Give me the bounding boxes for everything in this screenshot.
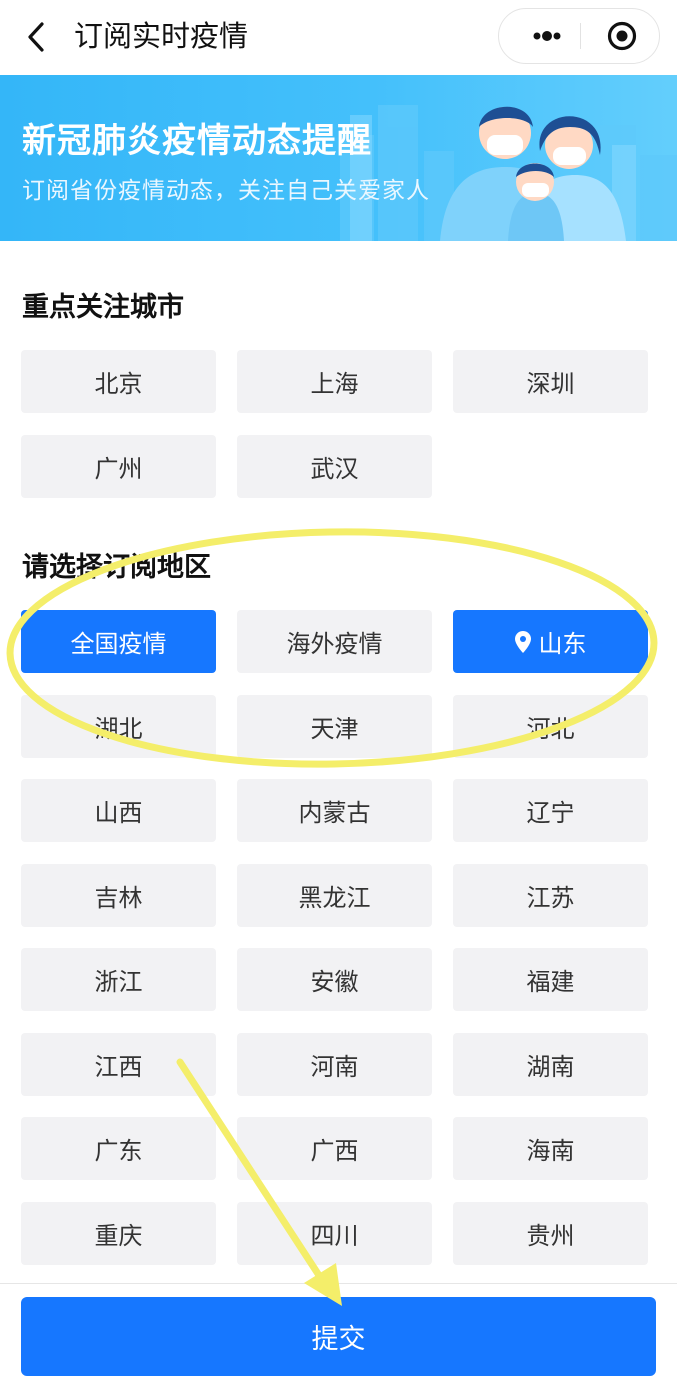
capsule-divider [580,23,581,49]
focus-city-button[interactable]: 深圳 [453,350,648,413]
region-select-title: 请选择订阅地区 [22,552,211,583]
region-button[interactable]: 江苏 [453,864,648,927]
region-button[interactable]: 吉林 [21,864,216,927]
back-arrow-icon[interactable] [22,20,52,54]
region-button[interactable]: 河北 [453,695,648,758]
region-button[interactable]: 内蒙古 [237,779,432,842]
focus-city-button[interactable]: 北京 [21,350,216,413]
region-button[interactable]: 海南 [453,1117,648,1180]
region-button[interactable]: 浙江 [21,948,216,1011]
region-button[interactable]: 山西 [21,779,216,842]
focus-city-button[interactable]: 广州 [21,435,216,498]
focus-cities-title: 重点关注城市 [22,292,184,323]
banner-title: 新冠肺炎疫情动态提醒 [22,121,372,161]
region-button[interactable]: 重庆 [21,1202,216,1265]
page-title: 订阅实时疫情 [74,19,249,53]
submit-button[interactable]: 提交 [21,1297,656,1376]
region-button-overseas[interactable]: 海外疫情 [237,610,432,673]
region-button[interactable]: 江西 [21,1033,216,1096]
region-button[interactable]: 贵州 [453,1202,648,1265]
region-button[interactable]: 辽宁 [453,779,648,842]
region-button-national[interactable]: 全国疫情 [21,610,216,673]
region-button[interactable]: 湖南 [453,1033,648,1096]
region-button[interactable]: 福建 [453,948,648,1011]
region-button[interactable]: 四川 [237,1202,432,1265]
mini-program-capsule [498,8,660,64]
focus-city-button[interactable]: 上海 [237,350,432,413]
more-icon[interactable] [515,9,579,63]
location-pin-icon [514,630,531,653]
region-button[interactable]: 广西 [237,1117,432,1180]
region-button[interactable]: 安徽 [237,948,432,1011]
region-button[interactable]: 湖北 [21,695,216,758]
top-nav-bar: 订阅实时疫情 [0,0,677,75]
region-button[interactable]: 广东 [21,1117,216,1180]
region-label: 山东 [538,630,587,658]
region-button[interactable]: 黑龙江 [237,864,432,927]
epidemic-banner: 新冠肺炎疫情动态提醒 订阅省份疫情动态，关注自己关爱家人 [0,75,677,241]
region-button[interactable]: 河南 [237,1033,432,1096]
focus-city-button[interactable]: 武汉 [237,435,432,498]
banner-subtitle: 订阅省份疫情动态，关注自己关爱家人 [22,178,430,204]
close-target-icon[interactable] [595,9,651,63]
region-button-current-location[interactable]: 山东 [453,610,648,673]
region-button[interactable]: 天津 [237,695,432,758]
bottom-divider [0,1283,677,1284]
